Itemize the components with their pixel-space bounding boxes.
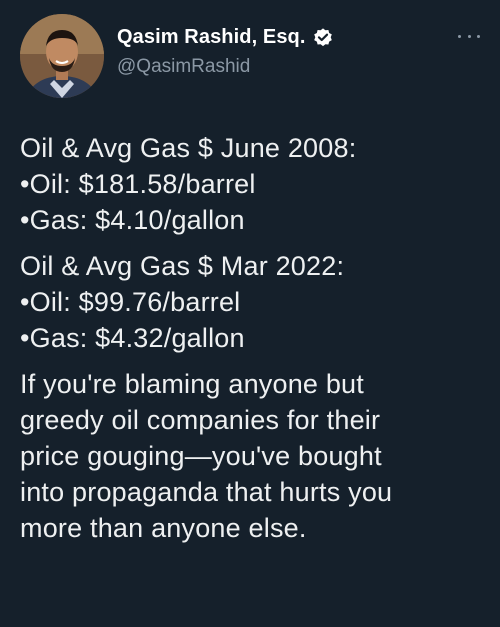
avatar[interactable] [20, 14, 104, 98]
profile-photo-icon [20, 14, 104, 98]
gas-price: •Gas: $4.32/gallon [20, 323, 245, 353]
closing-line: price gouging—you've bought [20, 441, 382, 471]
more-horizontal-icon[interactable] [458, 28, 480, 44]
gas-price: •Gas: $4.10/gallon [20, 205, 245, 235]
tweet-card: Qasim Rashid, Esq. @QasimRashid Oil & Av… [0, 0, 500, 627]
author-display-name[interactable]: Qasim Rashid, Esq. [117, 26, 306, 49]
closing-statement: If you're blaming anyone but greedy oil … [20, 366, 490, 546]
closing-line: more than anyone else. [20, 513, 307, 543]
block-heading: Oil & Avg Gas $ June 2008: [20, 133, 357, 163]
oil-price: •Oil: $181.58/barrel [20, 169, 256, 199]
closing-line: If you're blaming anyone but [20, 369, 364, 399]
author-handle[interactable]: @QasimRashid [117, 56, 250, 78]
verified-badge-icon [312, 27, 334, 49]
oil-price: •Oil: $99.76/barrel [20, 287, 241, 317]
author-name-row: Qasim Rashid, Esq. [117, 26, 334, 49]
closing-line: into propaganda that hurts you [20, 477, 393, 507]
price-block-2022: Oil & Avg Gas $ Mar 2022: •Oil: $99.76/b… [20, 248, 490, 356]
tweet-text: Oil & Avg Gas $ June 2008: •Oil: $181.58… [20, 130, 490, 556]
price-block-2008: Oil & Avg Gas $ June 2008: •Oil: $181.58… [20, 130, 490, 238]
closing-line: greedy oil companies for their [20, 405, 381, 435]
block-heading: Oil & Avg Gas $ Mar 2022: [20, 251, 345, 281]
